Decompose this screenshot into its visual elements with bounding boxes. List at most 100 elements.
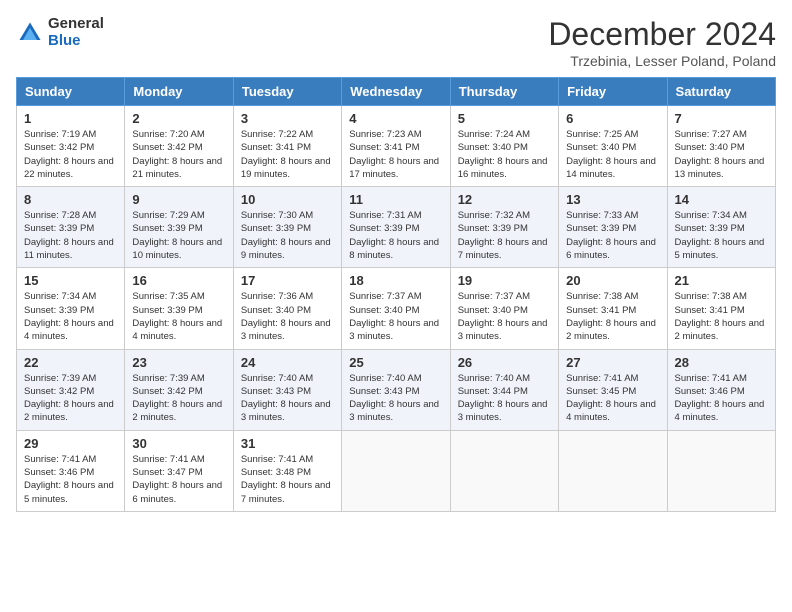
day-number: 31 bbox=[241, 436, 334, 451]
day-info: Sunrise: 7:41 AMSunset: 3:48 PMDaylight:… bbox=[241, 453, 334, 506]
calendar-header-monday: Monday bbox=[125, 78, 233, 106]
day-number: 11 bbox=[349, 192, 442, 207]
day-number: 5 bbox=[458, 111, 551, 126]
calendar-cell: 1 Sunrise: 7:19 AMSunset: 3:42 PMDaylight… bbox=[17, 106, 125, 187]
logo: General Blue bbox=[16, 16, 104, 49]
calendar-week-row: 15 Sunrise: 7:34 AMSunset: 3:39 PMDayligh… bbox=[17, 268, 776, 349]
calendar-cell: 29 Sunrise: 7:41 AMSunset: 3:46 PMDayligh… bbox=[17, 430, 125, 511]
day-info: Sunrise: 7:37 AMSunset: 3:40 PMDaylight:… bbox=[458, 290, 551, 343]
day-info: Sunrise: 7:41 AMSunset: 3:46 PMDaylight:… bbox=[24, 453, 117, 506]
calendar-cell: 6 Sunrise: 7:25 AMSunset: 3:40 PMDaylight… bbox=[559, 106, 667, 187]
day-number: 20 bbox=[566, 273, 659, 288]
calendar-cell bbox=[667, 430, 775, 511]
logo-icon bbox=[16, 19, 44, 47]
calendar-cell: 18 Sunrise: 7:37 AMSunset: 3:40 PMDayligh… bbox=[342, 268, 450, 349]
day-number: 26 bbox=[458, 355, 551, 370]
day-number: 17 bbox=[241, 273, 334, 288]
calendar-header-friday: Friday bbox=[559, 78, 667, 106]
calendar-cell bbox=[559, 430, 667, 511]
day-number: 18 bbox=[349, 273, 442, 288]
day-info: Sunrise: 7:40 AMSunset: 3:43 PMDaylight:… bbox=[349, 372, 442, 425]
calendar-cell: 15 Sunrise: 7:34 AMSunset: 3:39 PMDayligh… bbox=[17, 268, 125, 349]
day-info: Sunrise: 7:32 AMSunset: 3:39 PMDaylight:… bbox=[458, 209, 551, 262]
day-number: 15 bbox=[24, 273, 117, 288]
day-info: Sunrise: 7:37 AMSunset: 3:40 PMDaylight:… bbox=[349, 290, 442, 343]
day-number: 24 bbox=[241, 355, 334, 370]
logo-blue-text: Blue bbox=[48, 33, 104, 50]
day-number: 3 bbox=[241, 111, 334, 126]
calendar-cell: 27 Sunrise: 7:41 AMSunset: 3:45 PMDayligh… bbox=[559, 349, 667, 430]
day-info: Sunrise: 7:38 AMSunset: 3:41 PMDaylight:… bbox=[566, 290, 659, 343]
day-number: 21 bbox=[675, 273, 768, 288]
calendar-cell: 11 Sunrise: 7:31 AMSunset: 3:39 PMDayligh… bbox=[342, 187, 450, 268]
day-number: 19 bbox=[458, 273, 551, 288]
calendar-cell: 7Sunrise: 7:27 AMSunset: 3:40 PMDaylight… bbox=[667, 106, 775, 187]
day-number: 14 bbox=[675, 192, 768, 207]
calendar-cell: 4 Sunrise: 7:23 AMSunset: 3:41 PMDaylight… bbox=[342, 106, 450, 187]
calendar-header-wednesday: Wednesday bbox=[342, 78, 450, 106]
calendar-cell: 30 Sunrise: 7:41 AMSunset: 3:47 PMDayligh… bbox=[125, 430, 233, 511]
day-number: 27 bbox=[566, 355, 659, 370]
calendar-cell: 22Sunrise: 7:39 AMSunset: 3:42 PMDayligh… bbox=[17, 349, 125, 430]
day-info: Sunrise: 7:20 AMSunset: 3:42 PMDaylight:… bbox=[132, 128, 225, 181]
day-info: Sunrise: 7:34 AMSunset: 3:39 PMDaylight:… bbox=[675, 209, 768, 262]
day-number: 28 bbox=[675, 355, 768, 370]
day-number: 29 bbox=[24, 436, 117, 451]
calendar-week-row: 8 Sunrise: 7:28 AMSunset: 3:39 PMDaylight… bbox=[17, 187, 776, 268]
calendar-cell: 21Sunrise: 7:38 AMSunset: 3:41 PMDayligh… bbox=[667, 268, 775, 349]
day-info: Sunrise: 7:19 AMSunset: 3:42 PMDaylight:… bbox=[24, 128, 117, 181]
calendar-cell: 20 Sunrise: 7:38 AMSunset: 3:41 PMDayligh… bbox=[559, 268, 667, 349]
day-info: Sunrise: 7:23 AMSunset: 3:41 PMDaylight:… bbox=[349, 128, 442, 181]
calendar-cell bbox=[450, 430, 558, 511]
day-info: Sunrise: 7:28 AMSunset: 3:39 PMDaylight:… bbox=[24, 209, 117, 262]
title-area: December 2024 Trzebinia, Lesser Poland, … bbox=[548, 16, 776, 69]
calendar: SundayMondayTuesdayWednesdayThursdayFrid… bbox=[16, 77, 776, 512]
calendar-cell: 26Sunrise: 7:40 AMSunset: 3:44 PMDayligh… bbox=[450, 349, 558, 430]
day-info: Sunrise: 7:22 AMSunset: 3:41 PMDaylight:… bbox=[241, 128, 334, 181]
day-number: 9 bbox=[132, 192, 225, 207]
day-number: 12 bbox=[458, 192, 551, 207]
calendar-week-row: 29 Sunrise: 7:41 AMSunset: 3:46 PMDayligh… bbox=[17, 430, 776, 511]
day-number: 23 bbox=[132, 355, 225, 370]
calendar-cell: 12 Sunrise: 7:32 AMSunset: 3:39 PMDayligh… bbox=[450, 187, 558, 268]
calendar-cell: 25 Sunrise: 7:40 AMSunset: 3:43 PMDayligh… bbox=[342, 349, 450, 430]
day-info: Sunrise: 7:40 AMSunset: 3:43 PMDaylight:… bbox=[241, 372, 334, 425]
calendar-header-saturday: Saturday bbox=[667, 78, 775, 106]
calendar-header-sunday: Sunday bbox=[17, 78, 125, 106]
day-info: Sunrise: 7:30 AMSunset: 3:39 PMDaylight:… bbox=[241, 209, 334, 262]
logo-text: General Blue bbox=[48, 16, 104, 49]
calendar-cell: 31 Sunrise: 7:41 AMSunset: 3:48 PMDayligh… bbox=[233, 430, 341, 511]
location: Trzebinia, Lesser Poland, Poland bbox=[548, 53, 776, 69]
calendar-cell: 3 Sunrise: 7:22 AMSunset: 3:41 PMDaylight… bbox=[233, 106, 341, 187]
calendar-cell: 19 Sunrise: 7:37 AMSunset: 3:40 PMDayligh… bbox=[450, 268, 558, 349]
day-info: Sunrise: 7:24 AMSunset: 3:40 PMDaylight:… bbox=[458, 128, 551, 181]
logo-general-text: General bbox=[48, 16, 104, 33]
calendar-cell: 28Sunrise: 7:41 AMSunset: 3:46 PMDayligh… bbox=[667, 349, 775, 430]
day-number: 13 bbox=[566, 192, 659, 207]
day-info: Sunrise: 7:31 AMSunset: 3:39 PMDaylight:… bbox=[349, 209, 442, 262]
calendar-week-row: 1 Sunrise: 7:19 AMSunset: 3:42 PMDaylight… bbox=[17, 106, 776, 187]
day-number: 8 bbox=[24, 192, 117, 207]
day-number: 30 bbox=[132, 436, 225, 451]
day-info: Sunrise: 7:34 AMSunset: 3:39 PMDaylight:… bbox=[24, 290, 117, 343]
day-number: 1 bbox=[24, 111, 117, 126]
day-number: 10 bbox=[241, 192, 334, 207]
day-info: Sunrise: 7:41 AMSunset: 3:45 PMDaylight:… bbox=[566, 372, 659, 425]
day-info: Sunrise: 7:25 AMSunset: 3:40 PMDaylight:… bbox=[566, 128, 659, 181]
calendar-cell: 8 Sunrise: 7:28 AMSunset: 3:39 PMDaylight… bbox=[17, 187, 125, 268]
calendar-cell: 16 Sunrise: 7:35 AMSunset: 3:39 PMDayligh… bbox=[125, 268, 233, 349]
calendar-cell: 17 Sunrise: 7:36 AMSunset: 3:40 PMDayligh… bbox=[233, 268, 341, 349]
calendar-cell: 2Sunrise: 7:20 AMSunset: 3:42 PMDaylight… bbox=[125, 106, 233, 187]
day-info: Sunrise: 7:27 AMSunset: 3:40 PMDaylight:… bbox=[675, 128, 768, 181]
day-number: 6 bbox=[566, 111, 659, 126]
calendar-cell: 10 Sunrise: 7:30 AMSunset: 3:39 PMDayligh… bbox=[233, 187, 341, 268]
day-info: Sunrise: 7:33 AMSunset: 3:39 PMDaylight:… bbox=[566, 209, 659, 262]
day-number: 16 bbox=[132, 273, 225, 288]
day-info: Sunrise: 7:35 AMSunset: 3:39 PMDaylight:… bbox=[132, 290, 225, 343]
day-number: 25 bbox=[349, 355, 442, 370]
day-info: Sunrise: 7:36 AMSunset: 3:40 PMDaylight:… bbox=[241, 290, 334, 343]
day-number: 4 bbox=[349, 111, 442, 126]
day-info: Sunrise: 7:29 AMSunset: 3:39 PMDaylight:… bbox=[132, 209, 225, 262]
day-info: Sunrise: 7:41 AMSunset: 3:47 PMDaylight:… bbox=[132, 453, 225, 506]
calendar-cell bbox=[342, 430, 450, 511]
